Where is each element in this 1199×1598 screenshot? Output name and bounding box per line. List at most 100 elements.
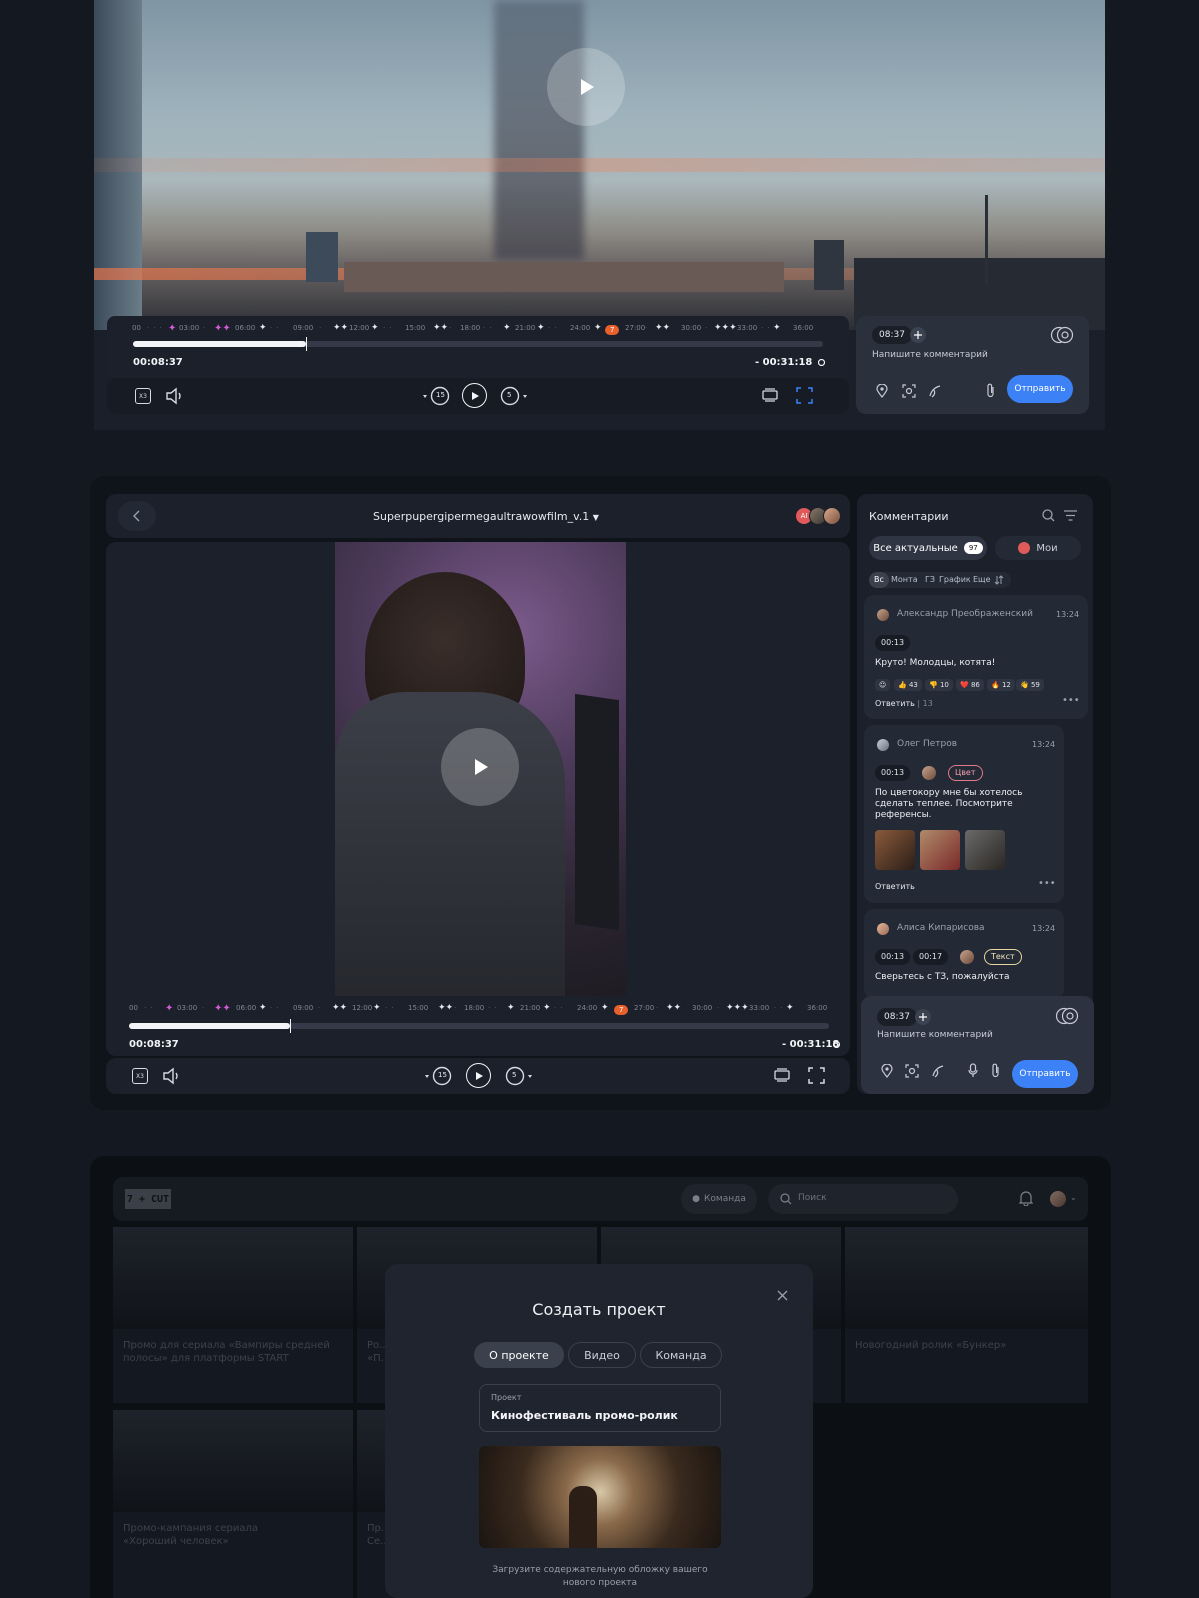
filter-chip[interactable]: Еще	[973, 575, 991, 584]
more-options-icon[interactable]: •••	[1062, 695, 1080, 706]
comment-input[interactable]: Напишите комментарий	[877, 1030, 993, 1040]
sort-icon[interactable]	[994, 575, 1004, 585]
timecode-chip[interactable]: 08:37	[872, 326, 912, 344]
play-button[interactable]	[441, 728, 519, 806]
location-pin-icon[interactable]	[881, 1064, 893, 1078]
timeline-ticks[interactable]: 00 ·· ✦ 03:00 · ✦✦ 06:00 ✦ ·· 09:00 · ✦✦ 12:…	[106, 1003, 850, 1016]
add-icon[interactable]	[915, 1009, 931, 1025]
send-button[interactable]: Отправить	[1012, 1060, 1078, 1088]
progress-bar[interactable]	[133, 337, 823, 351]
timecode-chip[interactable]: 00:13	[875, 765, 911, 781]
progress-handle[interactable]	[305, 337, 307, 351]
forward-button[interactable]: 5	[504, 1065, 534, 1087]
chevron-down-icon[interactable]: ⌄	[1070, 1193, 1077, 1202]
comment-marker-badge[interactable]: 7	[605, 325, 620, 335]
reply-button[interactable]: Ответить	[875, 882, 915, 891]
add-icon[interactable]	[910, 327, 926, 343]
progress-handle[interactable]	[290, 1019, 291, 1033]
comment-card[interactable]: Александр Преображенский 13:24 00:13 Кру…	[864, 595, 1088, 719]
speed-button[interactable]: X3	[132, 1068, 148, 1084]
draw-icon[interactable]	[928, 384, 942, 398]
tick-label: 27:00	[634, 1004, 655, 1012]
comment-marker-badge[interactable]: 7	[614, 1005, 629, 1015]
timeline-ticks[interactable]: 00 ··· ✦ 03:00 · ✦✦ 06:00 ✦ ·· 09:00 · ✦✦ 12…	[107, 323, 849, 336]
tick-label: 00	[132, 324, 141, 332]
project-card[interactable]: Промо-кампания сериала «Хороший человек»	[113, 1410, 353, 1598]
filter-chip[interactable]: ГЗ	[925, 575, 935, 584]
tick-label: 03:00	[179, 324, 200, 332]
reaction-chip[interactable]: 👋 59	[1016, 679, 1044, 691]
timecode-chip[interactable]: 00:13	[875, 635, 911, 651]
rewind-button[interactable]: 15	[424, 1065, 454, 1087]
mention-toggle[interactable]	[1055, 1007, 1079, 1025]
fullscreen-button[interactable]	[808, 1067, 825, 1084]
mention-toggle[interactable]	[1050, 326, 1074, 344]
play-button[interactable]	[547, 48, 625, 126]
attach-icon[interactable]	[991, 1063, 1001, 1078]
video-title[interactable]: Superpupergipermegaultrawowfilm_v.1 ▼	[373, 510, 599, 523]
reaction-chip[interactable]: ❤️ 86	[956, 679, 984, 691]
team-button[interactable]: ● Команда	[681, 1184, 757, 1214]
volume-button[interactable]	[165, 387, 185, 405]
progress-bar[interactable]	[129, 1019, 829, 1033]
tab-about-project[interactable]: О проекте	[474, 1342, 564, 1368]
reaction-chip[interactable]: 🔥 12	[987, 679, 1015, 691]
tab-all-current[interactable]: Все актуальные 97	[869, 536, 987, 560]
tag-badge[interactable]: Цвет	[948, 765, 983, 781]
add-reaction-button[interactable]: ☺	[875, 679, 891, 691]
play-pause-button[interactable]	[466, 1063, 491, 1088]
reaction-chip[interactable]: 👎 10	[925, 679, 953, 691]
comment-input[interactable]: Напишите комментарий	[872, 350, 988, 360]
frame-select-icon[interactable]	[902, 384, 916, 398]
fullscreen-button[interactable]	[796, 387, 813, 404]
avatar[interactable]	[823, 507, 841, 525]
search-icon[interactable]	[1042, 509, 1055, 522]
comment-card[interactable]: Олег Петров 13:24 00:13 Цвет По цветокор…	[864, 725, 1064, 903]
attach-icon[interactable]	[986, 383, 996, 398]
forward-button[interactable]: 5	[499, 385, 529, 407]
tab-team[interactable]: Команда	[640, 1342, 722, 1368]
filter-icon[interactable]	[1064, 510, 1077, 521]
speed-button[interactable]: X3	[135, 388, 151, 404]
timecode-chip[interactable]: 08:37	[877, 1008, 917, 1026]
reference-thumbnail[interactable]	[875, 830, 915, 870]
theater-mode-button[interactable]	[762, 388, 778, 402]
reference-thumbnail[interactable]	[920, 830, 960, 870]
filter-chip-all[interactable]: Вс	[869, 572, 889, 588]
theater-mode-button[interactable]	[774, 1068, 790, 1082]
filter-chip[interactable]: График	[939, 575, 971, 584]
tab-video[interactable]: Видео	[568, 1342, 636, 1368]
comment-author: Александр Преображенский	[897, 609, 1033, 619]
project-card[interactable]: Промо для сериала «Вампиры средней полос…	[113, 1227, 353, 1403]
reaction-chip[interactable]: 👍 43	[894, 679, 922, 691]
microphone-icon[interactable]	[968, 1063, 978, 1078]
bell-icon[interactable]	[1019, 1190, 1033, 1206]
draw-icon[interactable]	[931, 1064, 945, 1078]
video-frame[interactable]	[335, 542, 626, 996]
play-pause-button[interactable]	[462, 383, 487, 408]
search-input[interactable]: Поиск	[768, 1184, 958, 1214]
comment-card[interactable]: Алиса Кипарисова 13:24 00:13 00:17 Текст…	[864, 909, 1064, 999]
project-card[interactable]: Новогодний ролик «Бункер»	[845, 1227, 1088, 1403]
location-pin-icon[interactable]	[876, 384, 888, 398]
rewind-button[interactable]: 15	[422, 385, 452, 407]
back-button[interactable]	[118, 501, 156, 531]
frame-select-icon[interactable]	[905, 1064, 919, 1078]
reference-thumbnail[interactable]	[965, 830, 1005, 870]
clock-icon[interactable]	[818, 359, 825, 366]
video-frame[interactable]	[94, 0, 1105, 330]
project-name-field[interactable]: Проект Кинофестиваль промо-ролик	[479, 1384, 721, 1432]
timecode-chip[interactable]: 00:13	[875, 949, 911, 965]
tab-mine[interactable]: Мои	[995, 536, 1081, 560]
user-avatar[interactable]	[1050, 1191, 1066, 1207]
cover-image-upload[interactable]	[479, 1446, 721, 1548]
reply-button[interactable]: Ответить | 13	[875, 699, 933, 708]
filter-chip[interactable]: Монта	[891, 575, 918, 584]
tag-badge[interactable]: Текст	[984, 949, 1022, 965]
more-options-icon[interactable]: •••	[1038, 878, 1056, 889]
logo[interactable]: 7 + CUT	[125, 1189, 171, 1209]
volume-button[interactable]	[162, 1067, 182, 1085]
clock-icon[interactable]	[833, 1041, 840, 1048]
send-button[interactable]: Отправить	[1007, 375, 1073, 403]
timecode-chip[interactable]: 00:17	[913, 949, 949, 965]
